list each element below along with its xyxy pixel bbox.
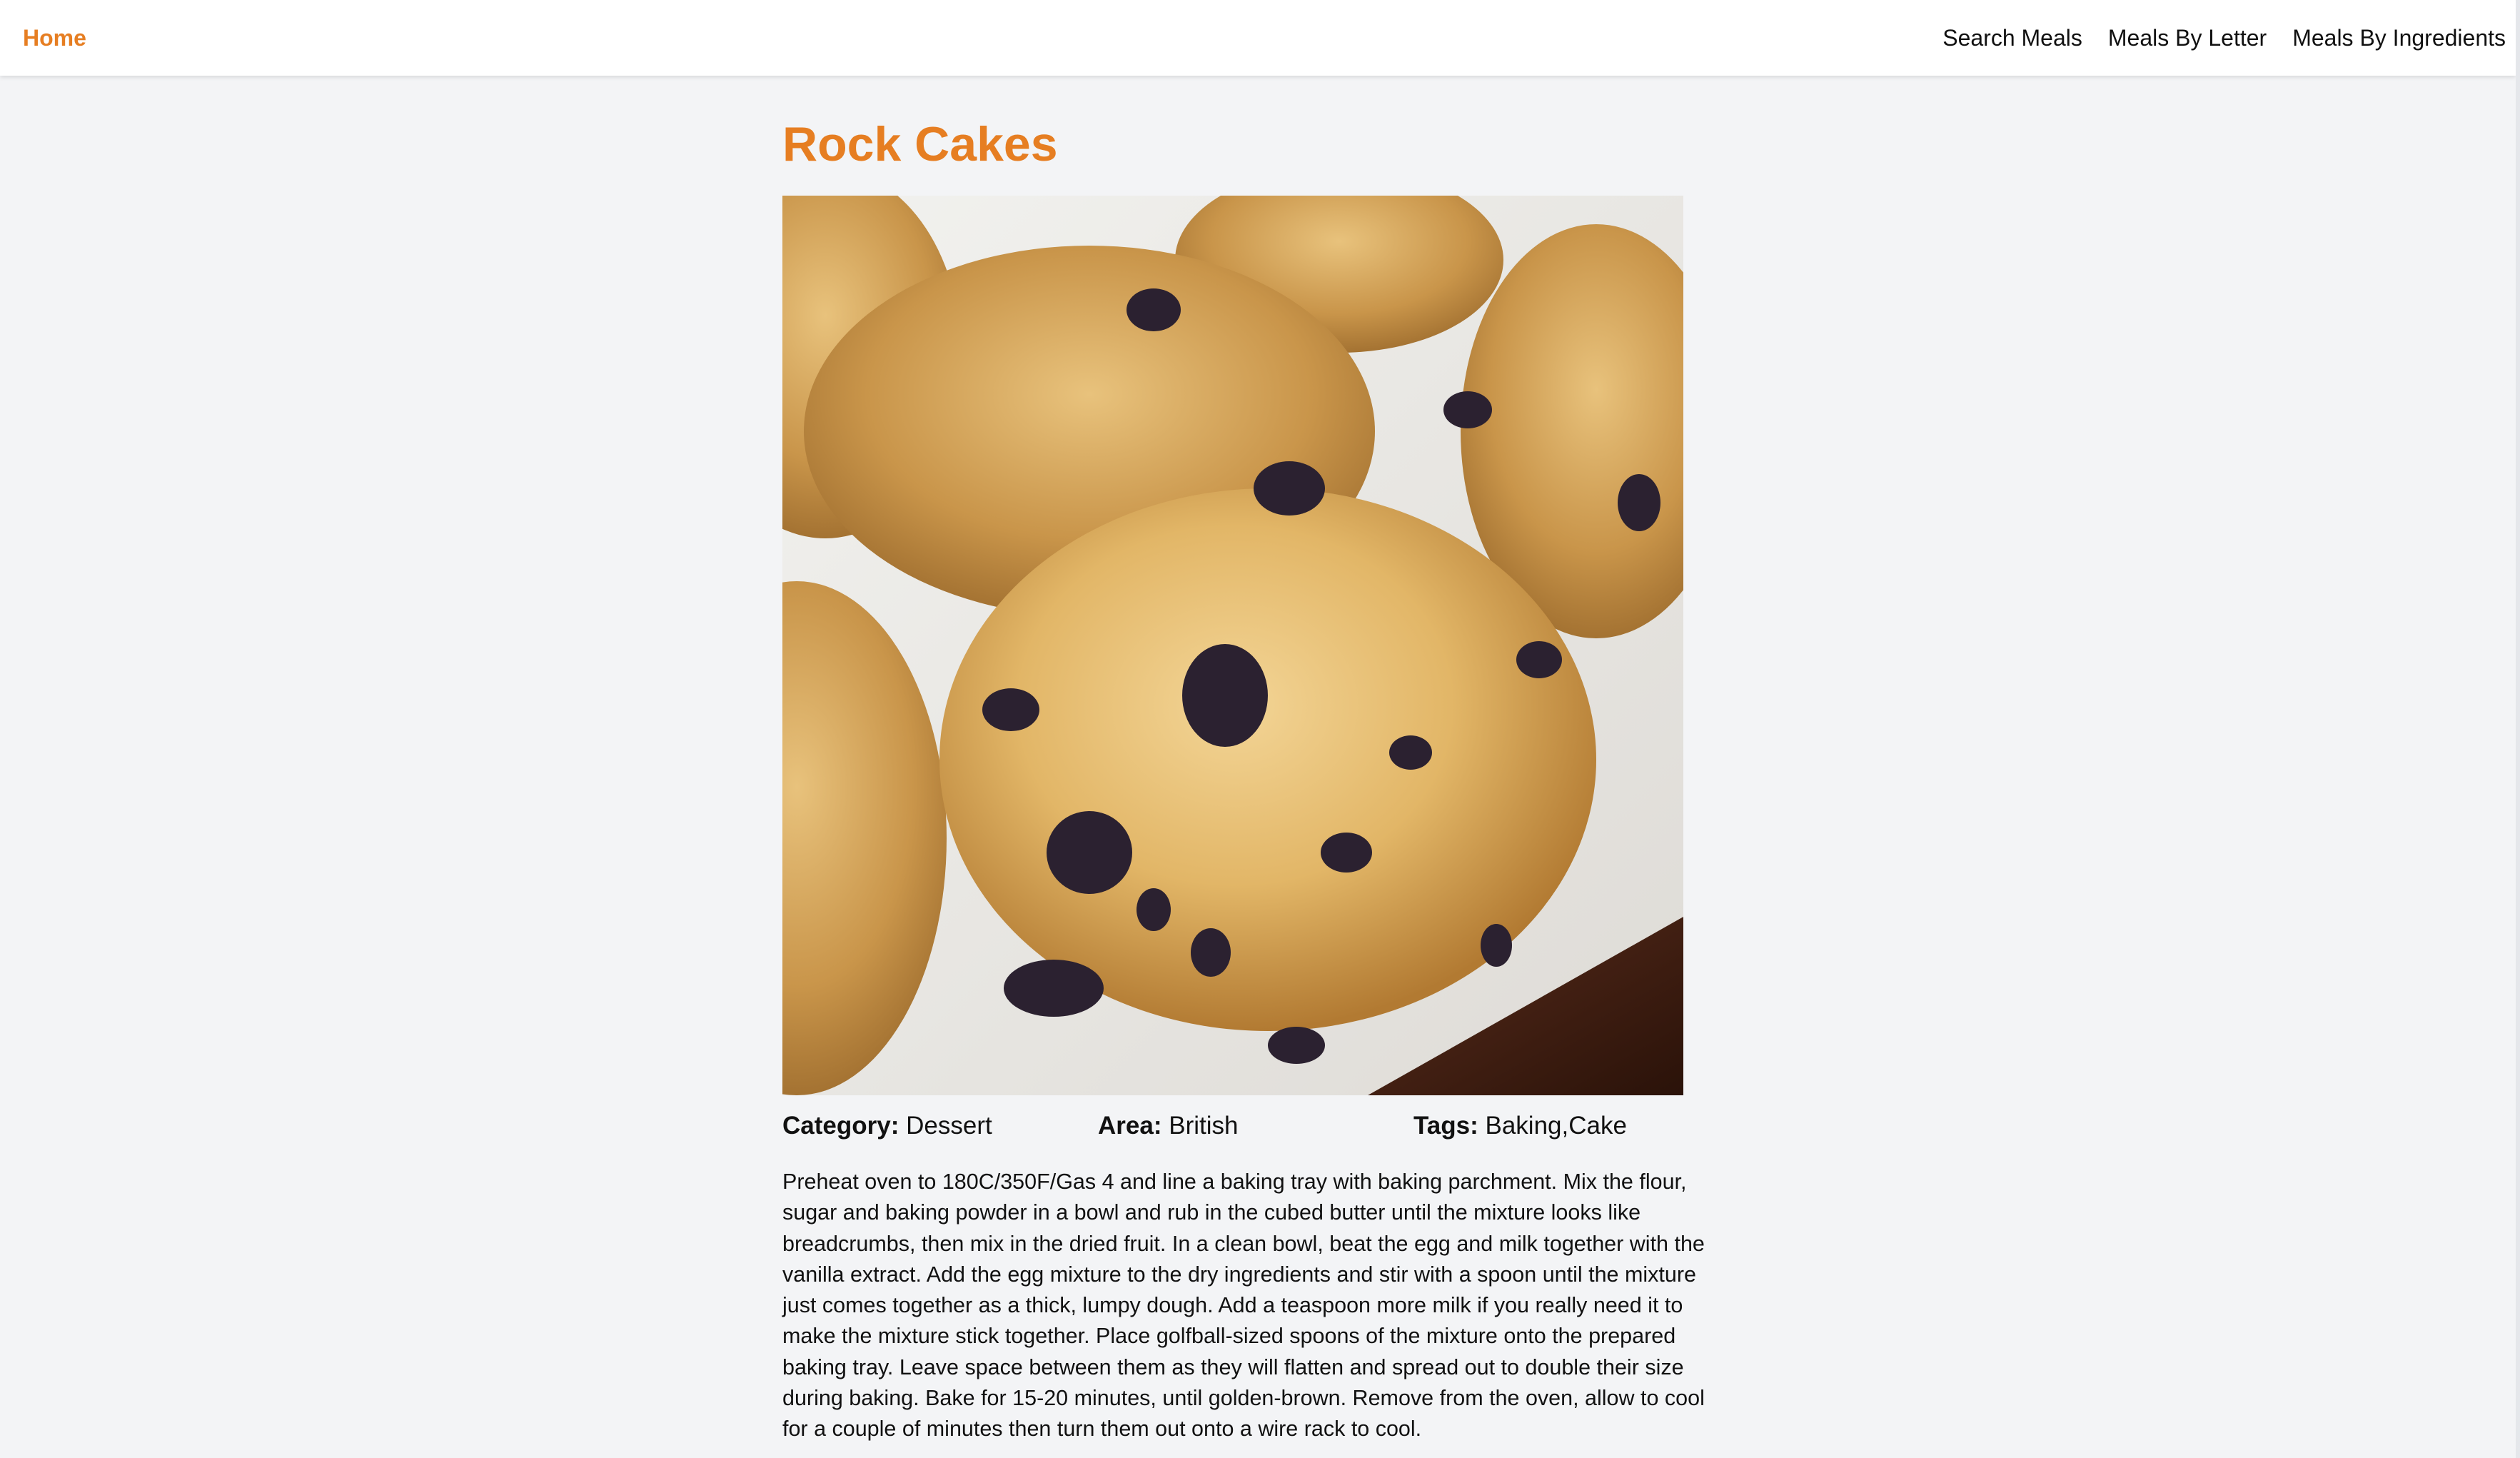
nav-links: Search Meals Meals By Letter Meals By In… <box>1917 25 2506 51</box>
navbar: Home Search Meals Meals By Letter Meals … <box>0 0 2516 76</box>
meal-image <box>782 196 1683 1095</box>
category-value: Dessert <box>906 1112 992 1140</box>
home-link[interactable]: Home <box>23 25 86 51</box>
page-scrollbar[interactable] <box>2516 0 2520 1458</box>
meal-instructions: Preheat oven to 180C/350F/Gas 4 and line… <box>782 1170 1705 1442</box>
meal-detail: Rock Cakes Category: Dessert Area: Briti… <box>782 107 1732 1445</box>
category-label: Category: <box>782 1112 899 1140</box>
meals-by-ingredients-link[interactable]: Meals By Ingredients <box>2292 25 2506 51</box>
meal-title: Rock Cakes <box>782 117 1058 171</box>
tags-field: Tags: Baking,Cake <box>1413 1108 1729 1144</box>
search-meals-link[interactable]: Search Meals <box>1942 25 2082 51</box>
tags-value: Baking,Cake <box>1485 1112 1627 1140</box>
area-field: Area: British <box>1098 1108 1413 1144</box>
tags-label: Tags: <box>1413 1112 1478 1140</box>
meal-meta: Category: Dessert Area: British Tags: Ba… <box>782 1108 1732 1144</box>
area-value: British <box>1169 1112 1239 1140</box>
category-field: Category: Dessert <box>782 1108 1098 1144</box>
meals-by-letter-link[interactable]: Meals By Letter <box>2108 25 2267 51</box>
area-label: Area: <box>1098 1112 1162 1140</box>
